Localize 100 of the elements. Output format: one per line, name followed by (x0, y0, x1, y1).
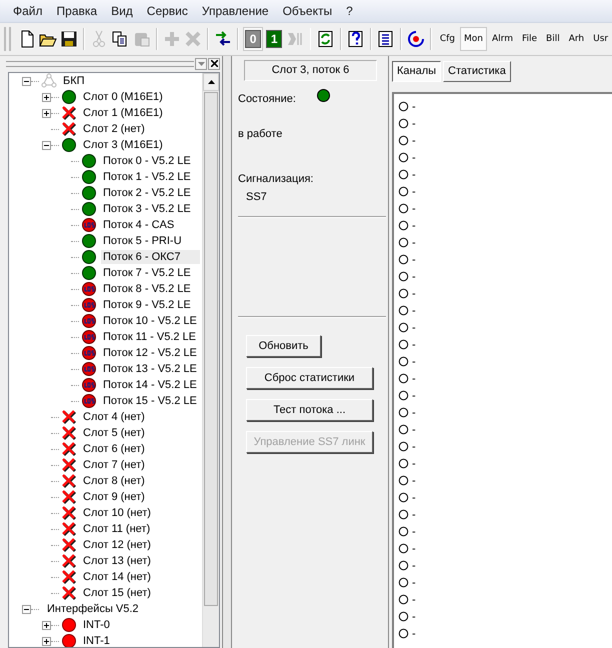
up-arrow-icon (208, 80, 214, 84)
tree-item[interactable]: Слот 3 (M16E1) (81, 138, 165, 152)
empty-circle-icon (398, 254, 409, 265)
channel-label: - (412, 322, 416, 334)
channel-label: - (412, 390, 416, 402)
tree-item[interactable]: Слот 15 (нет) (81, 586, 153, 600)
empty-circle-icon (398, 526, 409, 537)
tree-item[interactable]: Слот 8 (нет) (81, 474, 147, 488)
mode-button[interactable]: Cfg (436, 27, 460, 51)
tree-item[interactable]: Поток 15 - V5.2 LE (101, 394, 199, 408)
empty-circle-icon (398, 135, 409, 146)
tree-item[interactable]: Слот 9 (нет) (81, 490, 147, 504)
menu-item[interactable]: ? (339, 4, 360, 18)
empty-circle-icon (398, 169, 409, 180)
digit-button[interactable]: 1 (264, 27, 284, 51)
menu-item[interactable]: Правка (50, 4, 104, 18)
tree-item[interactable]: Поток 4 - CAS (101, 218, 176, 232)
empty-circle-icon (398, 509, 409, 520)
tree-item[interactable]: Интерфейсы V5.2 (45, 602, 141, 616)
menu-item[interactable]: Сервис (140, 4, 195, 18)
tree-item[interactable]: Слот 2 (нет) (81, 122, 147, 136)
menu-item[interactable]: Управление (194, 4, 276, 18)
tree-item[interactable]: Поток 7 - V5.2 LE (101, 266, 193, 280)
channel-label: - (412, 338, 416, 350)
tree-item[interactable]: Поток 14 - V5.2 LE (101, 378, 199, 392)
state-label: Состояние: (238, 93, 296, 105)
expand-toggle[interactable] (42, 636, 51, 646)
empty-circle-icon (398, 356, 409, 367)
tree-item[interactable]: Слот 14 (нет) (81, 570, 153, 584)
paste-icon (132, 30, 151, 48)
tree-item[interactable]: Слот 10 (нет) (81, 506, 153, 520)
tree-item[interactable]: Поток 10 - V5.2 LE (101, 314, 199, 328)
channel-label: - (412, 186, 416, 198)
tree-item[interactable]: Слот 6 (нет) (81, 442, 147, 456)
channel-label: - (412, 560, 416, 572)
tree-item[interactable]: Слот 11 (нет) (81, 522, 152, 536)
empty-circle-icon (398, 458, 409, 469)
tab[interactable]: Статистика (443, 60, 511, 82)
channel-label: - (412, 458, 416, 470)
menu-item[interactable]: Файл (6, 4, 50, 18)
channel-label: - (412, 100, 416, 112)
tree-item[interactable]: Слот 5 (нет) (81, 426, 147, 440)
tree-item[interactable]: Слот 0 (M16E1) (81, 90, 165, 104)
tree-item[interactable]: Поток 1 - V5.2 LE (101, 170, 193, 184)
close-button[interactable] (208, 58, 220, 70)
menu-item[interactable]: Объекты (276, 4, 340, 18)
tree-item[interactable]: Поток 2 - V5.2 LE (101, 186, 193, 200)
tree-item[interactable]: INT-1 (81, 634, 112, 647)
channel-label: - (412, 424, 416, 436)
copy-icon (111, 30, 130, 48)
tree-item[interactable]: Слот 1 (M16E1) (81, 106, 165, 120)
scrollbar-thumb[interactable] (204, 92, 218, 606)
action-button[interactable]: Сброс статистики (246, 367, 373, 389)
mode-button[interactable]: File (518, 27, 542, 51)
action-button[interactable]: Обновить (246, 335, 321, 357)
signaling-value: SS7 (246, 191, 268, 203)
tree-item[interactable]: Поток 12 - V5.2 LE (101, 346, 199, 360)
empty-circle-icon (398, 271, 409, 282)
tree-item[interactable]: Поток 8 - V5.2 LE (101, 282, 193, 296)
mode-button[interactable]: Bill (542, 27, 564, 51)
tree-item[interactable]: INT-0 (81, 618, 112, 632)
channel-label: - (412, 406, 416, 418)
collapse-toggle[interactable] (42, 140, 51, 150)
mode-button[interactable]: Usr (589, 27, 612, 51)
toolbar-grip[interactable] (4, 27, 12, 51)
channel-label: - (412, 168, 416, 180)
state-text: в работе (238, 128, 284, 140)
tree-item[interactable]: Слот 7 (нет) (81, 458, 147, 472)
tree-item[interactable]: Поток 13 - V5.2 LE (101, 362, 199, 376)
exchange-arrows-icon (214, 30, 232, 48)
tree-item[interactable]: Поток 3 - V5.2 LE (101, 202, 193, 216)
help-document-icon (346, 30, 365, 48)
tree-item[interactable]: Поток 5 - PRI-U (101, 234, 184, 248)
expand-toggle[interactable] (42, 620, 51, 630)
tree-item[interactable]: Поток 0 - V5.2 LE (101, 154, 193, 168)
tree-item[interactable]: Поток 9 - V5.2 LE (101, 298, 193, 312)
channel-label: - (412, 610, 416, 622)
mode-button[interactable]: Alrm (488, 27, 517, 51)
tree-item[interactable]: БКП (61, 74, 87, 88)
save-icon (60, 30, 78, 48)
mode-button[interactable]: Mon (460, 27, 487, 51)
mode-button[interactable]: Arh (564, 27, 588, 51)
scroll-up-button[interactable] (203, 73, 219, 91)
scrollbar[interactable] (202, 73, 219, 647)
menu-item[interactable]: Вид (104, 4, 140, 18)
action-button[interactable]: Тест потока ... (246, 399, 373, 421)
tree-item[interactable]: Слот 13 (нет) (81, 554, 153, 568)
empty-circle-icon (398, 441, 409, 452)
collapse-toggle[interactable] (22, 76, 31, 86)
channel-label: - (412, 440, 416, 452)
empty-circle-icon (398, 152, 409, 163)
tab[interactable]: Каналы (392, 60, 442, 82)
expand-toggle[interactable] (42, 108, 51, 118)
tree-item[interactable]: Поток 11 - V5.2 LE (101, 330, 198, 344)
empty-circle-icon (398, 390, 409, 401)
tree-item[interactable]: Слот 4 (нет) (81, 410, 147, 424)
collapse-toggle[interactable] (22, 604, 31, 614)
tree-item[interactable]: Слот 12 (нет) (81, 538, 153, 552)
tree-item[interactable]: Поток 6 - ОКС7 (101, 250, 200, 264)
expand-toggle[interactable] (42, 92, 51, 102)
